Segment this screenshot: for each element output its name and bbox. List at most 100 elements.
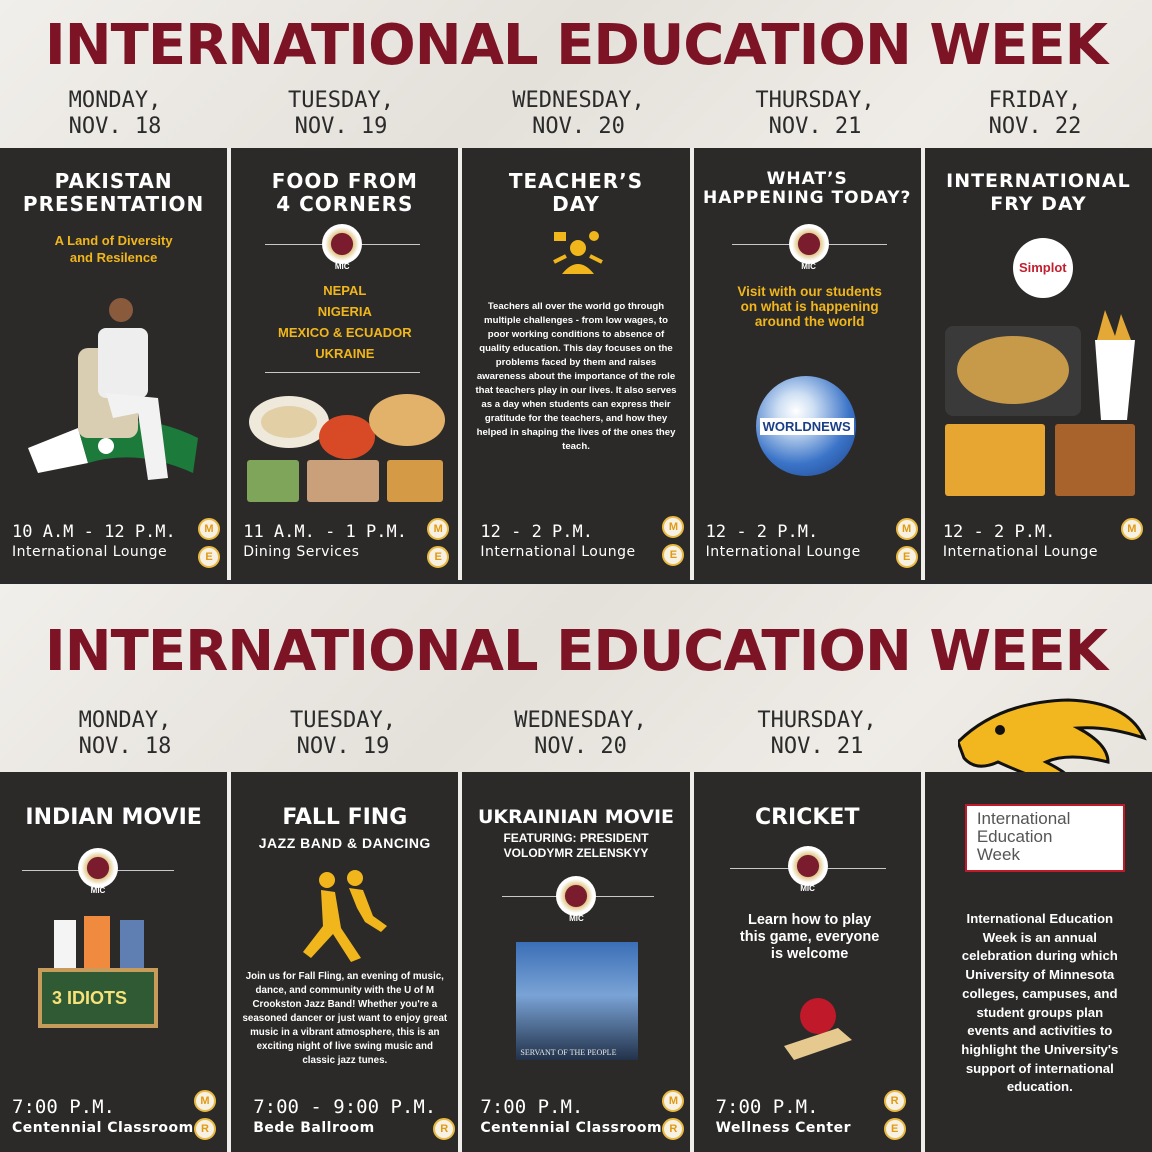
day-header: WEDNESDAY, NOV. 20 xyxy=(512,88,645,139)
movie-poster xyxy=(38,916,158,1028)
event-time: 11 A.M. - 1 P.M. xyxy=(243,522,407,542)
event-card-fall-fling: FALL FING JAZZ BAND & DANCING Join us fo… xyxy=(231,772,459,1152)
badge-icon: R xyxy=(662,1118,685,1140)
badge-icon: E xyxy=(198,546,220,568)
divider xyxy=(265,372,421,373)
mic-label: MIC xyxy=(569,914,584,923)
badge-icon: M xyxy=(662,1090,685,1112)
cricket-icon xyxy=(783,998,852,1060)
event-card-cricket: CRICKET MIC Learn how to play this game,… xyxy=(693,772,921,1152)
event-location: Centennial Classroom xyxy=(12,1120,194,1136)
event-location: Dining Services xyxy=(243,544,360,560)
mic-label: MIC xyxy=(800,884,815,893)
iew-info-card: International Education Week Internation… xyxy=(924,772,1152,1152)
badge-icon: M xyxy=(895,518,918,540)
badge-icon: M xyxy=(198,518,220,540)
day-header: THURSDAY, NOV. 21 xyxy=(755,88,875,139)
event-location: International Lounge xyxy=(705,544,861,560)
day-header: TUESDAY, NOV. 19 xyxy=(290,708,396,759)
day-header: MONDAY, NOV. 18 xyxy=(68,88,162,139)
event-time: 7:00 - 9:00 P.M. xyxy=(253,1096,437,1118)
event-card-pakistan: PAKISTAN PRESENTATION A Land of Diversity… xyxy=(0,148,228,580)
event-subtitle: FEATURING: PRESIDENT VOLODYMR ZELENSKYY xyxy=(503,831,649,860)
event-title: FOOD FROM 4 CORNERS xyxy=(271,169,418,216)
food-photos xyxy=(247,394,446,502)
badge-icon: M xyxy=(194,1090,216,1112)
badge-icon: R xyxy=(433,1118,456,1140)
event-description: Join us for Fall Fling, an evening of mu… xyxy=(242,971,448,1066)
event-time: 7:00 P.M. xyxy=(715,1096,819,1118)
movie-poster xyxy=(516,942,639,1060)
event-card-whats-happening: WHAT’S HAPPENING TODAY? MIC Visit with ou… xyxy=(693,148,921,580)
event-time: 7:00 P.M. xyxy=(480,1096,584,1118)
badge-icon: E xyxy=(662,544,685,566)
teacher-icon xyxy=(553,231,604,274)
week1-poster: INTERNATIONAL EDUCATION WEEK MONDAY, NOV.… xyxy=(0,0,1152,580)
worldnews-logo: WORLDNEWS xyxy=(759,418,854,435)
badge-icon: R xyxy=(194,1118,216,1140)
day-header: FRIDAY, NOV. 22 xyxy=(988,88,1082,139)
mic-label: MIC xyxy=(90,886,106,895)
badge-icon: M xyxy=(427,518,450,540)
banner-title: INTERNATIONAL EDUCATION WEEK xyxy=(44,13,1108,78)
badge-icon: E xyxy=(895,546,918,568)
presenter-photo xyxy=(28,298,198,480)
event-card-indian-movie: INDIAN MOVIE MIC 3 IDIOTS 7:00 P.M. Cent… xyxy=(0,772,228,1152)
event-title: INTERNATIONAL FRY DAY xyxy=(946,170,1131,215)
event-description: Teachers all over the world go through m… xyxy=(475,301,677,452)
event-subtitle: Visit with our students on what is happe… xyxy=(737,284,882,329)
mic-label: MIC xyxy=(801,262,816,271)
dancers-icon xyxy=(303,870,388,962)
event-subtitle: A Land of Diversity and Resilence xyxy=(54,233,173,265)
event-cards-row: PAKISTAN PRESENTATION A Land of Diversity… xyxy=(0,148,1152,580)
event-card-teachers-day: TEACHER’S DAY Teachers all over the world… xyxy=(462,148,690,580)
day-header: THURSDAY, NOV. 21 xyxy=(757,708,877,759)
event-cards-row: INDIAN MOVIE MIC 3 IDIOTS 7:00 P.M. Cent… xyxy=(0,772,1152,1152)
event-time: 12 - 2 P.M. xyxy=(942,522,1056,542)
event-card-food: FOOD FROM 4 CORNERS MIC NEPAL NIGERIA MEX… xyxy=(231,148,459,580)
event-title: UKRAINIAN MOVIE xyxy=(477,806,675,828)
event-location: Wellness Center xyxy=(715,1120,851,1136)
mic-logo-icon xyxy=(556,876,597,916)
event-time: 10 A.M - 12 P.M. xyxy=(12,522,176,542)
event-title: INDIAN MOVIE xyxy=(25,805,202,830)
mic-logo-icon xyxy=(787,846,828,886)
mic-label: MIC xyxy=(334,262,350,271)
event-title: TEACHER’S DAY xyxy=(508,169,644,216)
mic-logo-icon xyxy=(78,848,118,888)
event-time: 7:00 P.M. xyxy=(12,1096,115,1118)
event-title: WHAT’S HAPPENING TODAY? xyxy=(702,169,912,208)
event-location: International Lounge xyxy=(480,544,636,560)
event-time: 12 - 2 P.M. xyxy=(480,522,593,542)
week2-poster: INTERNATIONAL EDUCATION WEEK MONDAY, NOV.… xyxy=(0,584,1152,1152)
simplot-logo: Simplot xyxy=(1012,238,1073,298)
badge-icon: M xyxy=(662,516,685,538)
badge-icon: E xyxy=(883,1118,906,1140)
event-title: FALL FING xyxy=(282,805,408,830)
event-title: PAKISTAN PRESENTATION xyxy=(22,169,205,216)
badge-icon: M xyxy=(1120,518,1143,540)
iew-logo: International Education Week xyxy=(964,804,1125,872)
iew-description: International Education Week is an annua… xyxy=(961,911,1119,1095)
event-time: 12 - 2 P.M. xyxy=(705,522,819,542)
poster-title: SERVANT OF THE PEOPLE xyxy=(520,1048,617,1057)
event-location: Bede Ballroom xyxy=(253,1120,375,1136)
event-location: International Lounge xyxy=(12,544,168,560)
event-subtitle: JAZZ BAND & DANCING xyxy=(258,835,431,851)
event-location: International Lounge xyxy=(942,544,1098,560)
event-card-ukrainian-movie: UKRAINIAN MOVIE FEATURING: PRESIDENT VOLO… xyxy=(462,772,690,1152)
day-header: WEDNESDAY, NOV. 20 xyxy=(514,708,647,759)
badge-icon: R xyxy=(883,1090,906,1112)
event-subtitle: Learn how to play this game, everyone is… xyxy=(739,912,880,962)
mic-logo-icon xyxy=(788,224,829,264)
event-title: CRICKET xyxy=(754,805,860,830)
mic-logo-icon xyxy=(322,224,363,264)
event-location: Centennial Classroom xyxy=(480,1120,663,1136)
country-list: NEPAL NIGERIA MEXICO & ECUADOR UKRAINE xyxy=(277,283,412,361)
fries-photos xyxy=(944,310,1135,496)
poster-title: 3 IDIOTS xyxy=(52,988,128,1008)
event-card-fry-day: INTERNATIONAL FRY DAY Simplot 12 - 2 P.M.… xyxy=(924,148,1152,580)
banner-title: INTERNATIONAL EDUCATION WEEK xyxy=(44,619,1108,684)
badge-icon: E xyxy=(427,546,450,568)
day-header: MONDAY, NOV. 18 xyxy=(78,708,172,759)
